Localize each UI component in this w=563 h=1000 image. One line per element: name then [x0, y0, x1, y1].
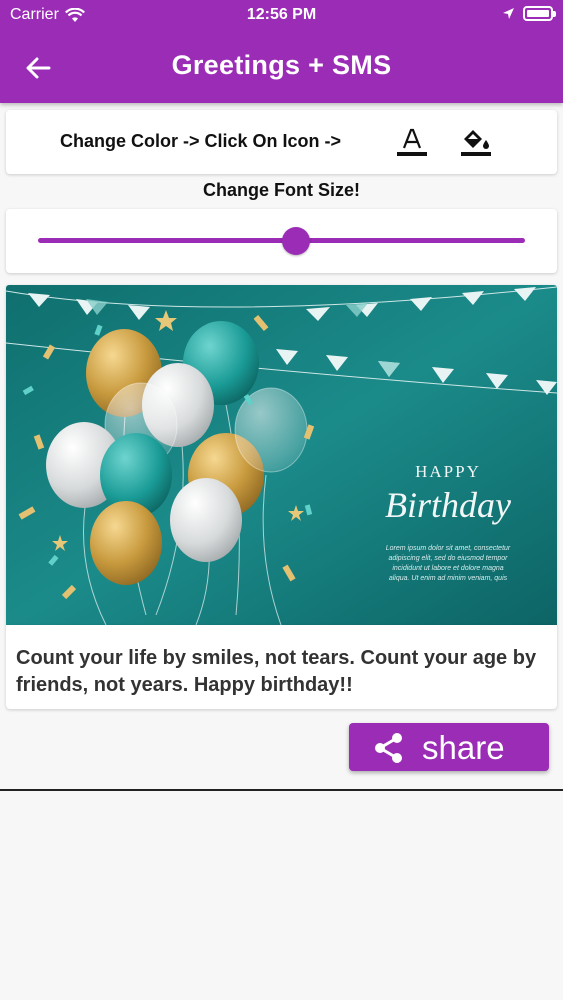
color-control-card: Change Color -> Click On Icon -> — [6, 110, 557, 174]
status-right — [502, 6, 556, 21]
bottom-area — [0, 791, 563, 1000]
card-image-script: Birthday — [385, 485, 511, 525]
text-color-button[interactable] — [394, 124, 430, 160]
page-title: Greetings + SMS — [171, 50, 392, 80]
fill-color-icon — [461, 130, 491, 156]
card-image-line-1: Lorem ipsum dolor sit amet, consectetur — [386, 545, 511, 552]
card-image-line-3: incididunt ut labore et dolore magna — [392, 565, 503, 572]
share-icon — [375, 733, 402, 763]
clock: 12:56 PM — [246, 6, 317, 23]
greeting-message: Count your life by smiles, not tears. Co… — [16, 647, 537, 696]
card-image-line-2: adipiscing elit, sed do eiusmod tempor — [388, 555, 508, 562]
battery-icon — [523, 6, 556, 21]
card-image-line-4: aliqua. Ut enim ad minim veniam, quis — [389, 575, 508, 582]
header: Carrier 12:56 PM Greetings + SMS — [0, 0, 563, 103]
status-bar: Carrier 12:56 PM — [0, 0, 563, 30]
birthday-card-image: HAPPY Birthday Lorem ipsum dolor sit ame… — [6, 285, 557, 625]
message-card: Count your life by smiles, not tears. Co… — [6, 625, 557, 709]
screen: Carrier 12:56 PM Greetings + SMS Change … — [0, 0, 563, 1000]
share-button[interactable]: share — [349, 723, 549, 771]
card-image-headline: HAPPY — [415, 462, 481, 481]
location-arrow-icon — [503, 8, 514, 19]
font-size-slider[interactable] — [38, 227, 525, 255]
font-size-label: Change Font Size! — [203, 180, 360, 200]
share-label: share — [422, 729, 505, 766]
text-color-icon — [397, 128, 427, 156]
fill-color-button[interactable] — [458, 124, 494, 160]
color-instruction-label: Change Color -> Click On Icon -> — [60, 131, 342, 151]
greeting-image-card: HAPPY Birthday Lorem ipsum dolor sit ame… — [6, 285, 557, 625]
font-size-card — [6, 209, 557, 273]
app-bar: Greetings + SMS — [0, 30, 563, 103]
font-size-slider-thumb[interactable] — [282, 227, 311, 255]
